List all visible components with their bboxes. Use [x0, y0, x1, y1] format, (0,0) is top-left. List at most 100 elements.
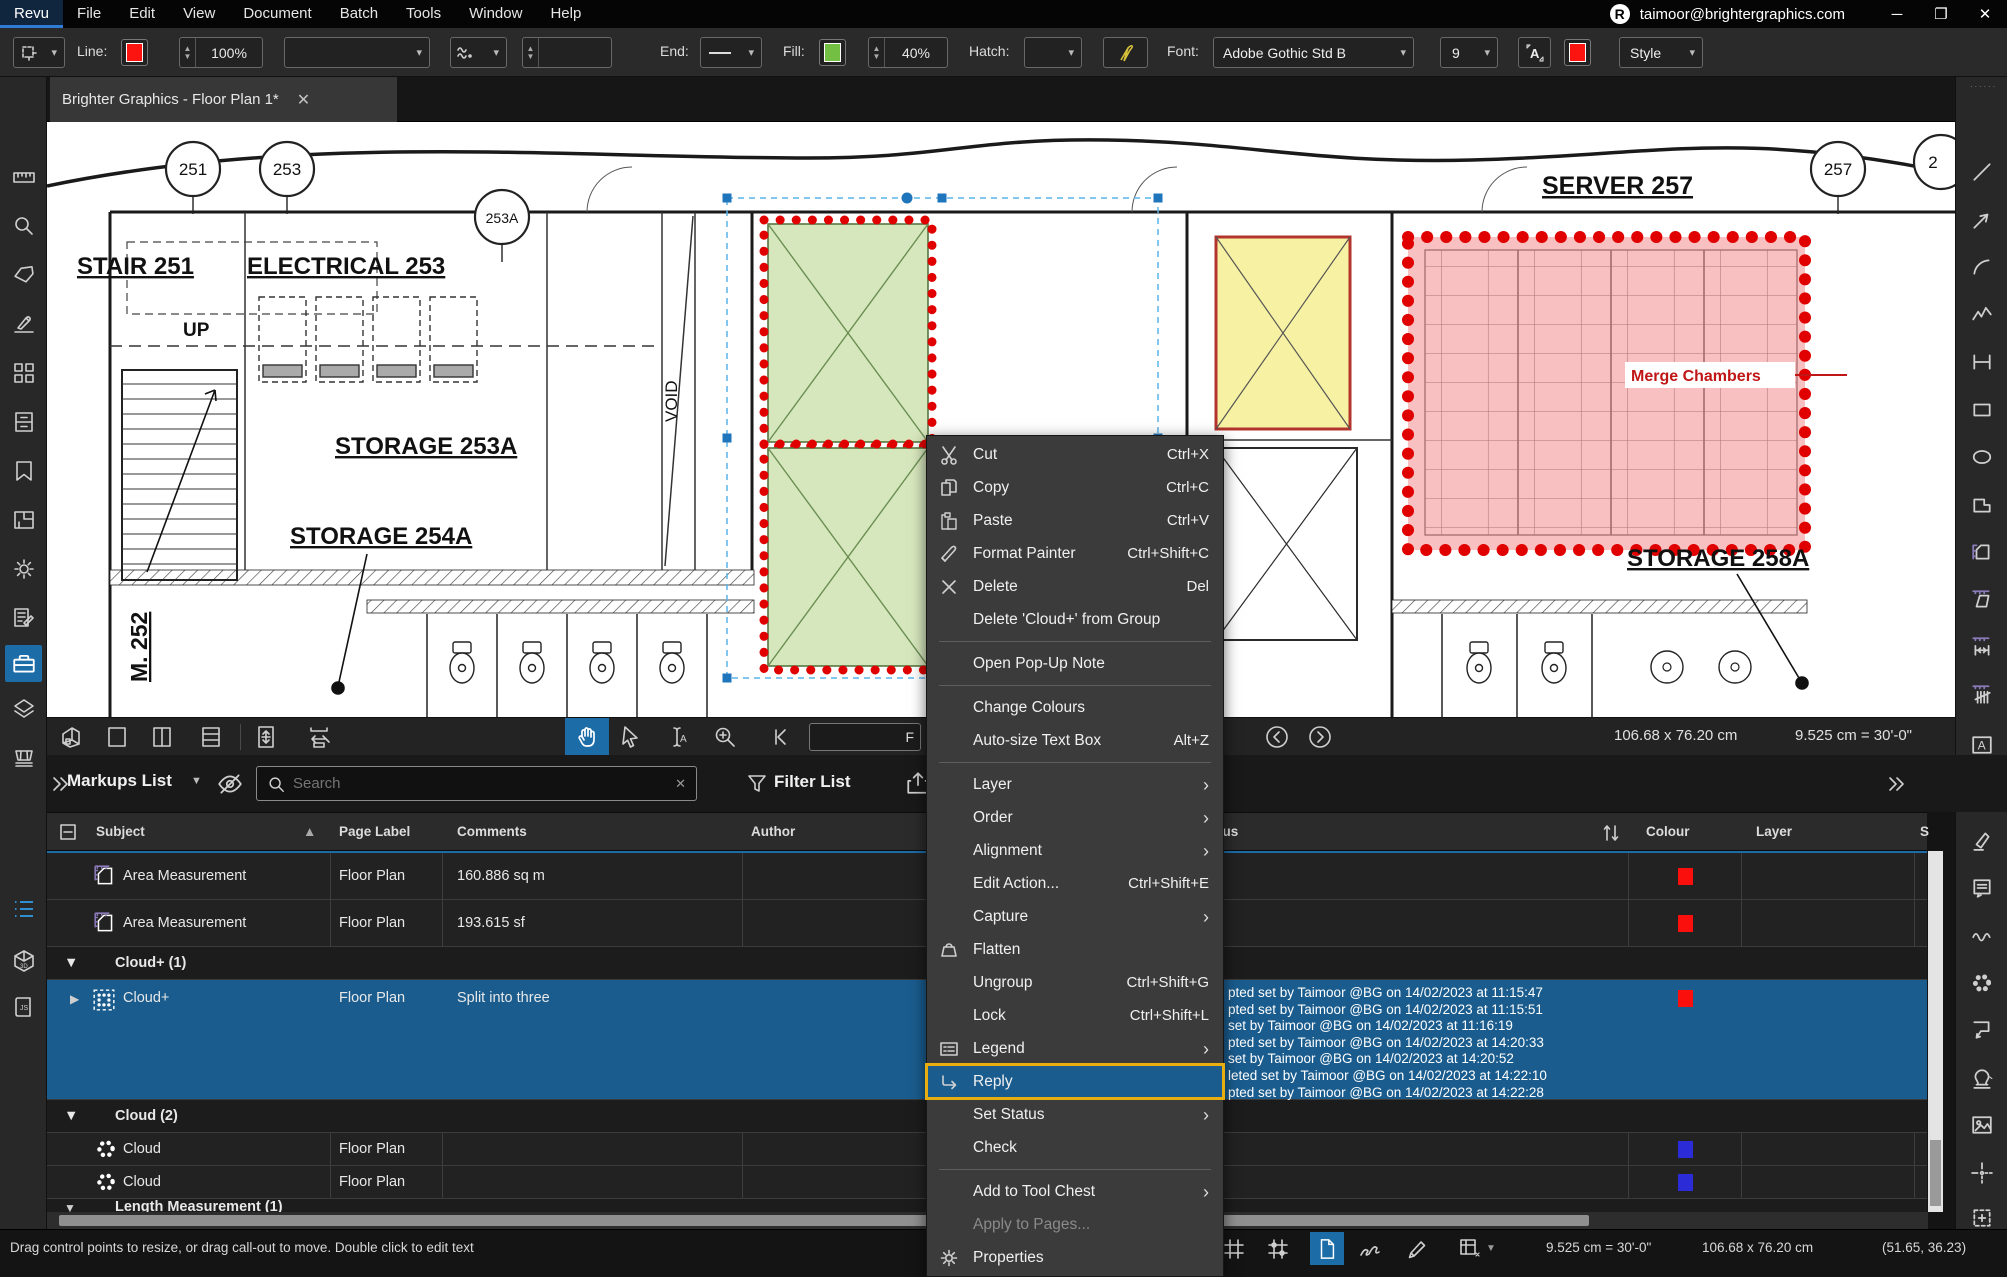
colour-swatch[interactable]: [1678, 915, 1693, 932]
search-input[interactable]: [293, 775, 675, 792]
callout-tool-icon[interactable]: [1971, 1019, 1993, 1041]
context-menu-item-order[interactable]: Order›: [927, 801, 1223, 834]
col-author[interactable]: Author: [751, 824, 795, 839]
line-style-dropdown[interactable]: ▾: [284, 37, 430, 68]
close-button[interactable]: ✕: [1963, 0, 2007, 28]
minimize-button[interactable]: ─: [1875, 0, 1919, 28]
merge-chambers-label[interactable]: Merge Chambers: [1625, 362, 1847, 388]
menu-document[interactable]: Document: [229, 0, 325, 28]
font-dropdown[interactable]: Adobe Gothic Std B▾: [1213, 37, 1414, 68]
measure-panel-icon[interactable]: [12, 165, 36, 189]
grid-snap-icon[interactable]: [1222, 1237, 1246, 1261]
polygon-tool-icon[interactable]: [1971, 494, 1993, 516]
context-menu-item-reply[interactable]: Reply: [927, 1065, 1223, 1098]
snap-to-markup-icon[interactable]: [1266, 1237, 1290, 1261]
stamp-tool-icon[interactable]: [1971, 1067, 1993, 1089]
menu-revu[interactable]: Revu: [0, 0, 63, 28]
3d-house-icon[interactable]: [59, 725, 83, 749]
font-color-swatch[interactable]: [1564, 39, 1591, 66]
menu-batch[interactable]: Batch: [326, 0, 392, 28]
context-menu-item-change-colours[interactable]: Change Colours: [927, 691, 1223, 724]
crosshair-tool-icon[interactable]: [1971, 1162, 1993, 1184]
col-subject-sort-icon[interactable]: ▲: [303, 824, 316, 839]
context-menu-item-ungroup[interactable]: UngroupCtrl+Shift+G: [927, 966, 1223, 999]
select-text-icon[interactable]: A: [665, 725, 689, 749]
menu-help[interactable]: Help: [536, 0, 595, 28]
context-menu-item-autosize-text-box[interactable]: Auto-size Text BoxAlt+Z: [927, 724, 1223, 757]
toolbar-drag-handle[interactable]: ∙∙∙∙∙∙: [1970, 81, 1997, 91]
settings-gear-icon[interactable]: [12, 557, 36, 581]
menu-tools[interactable]: Tools: [392, 0, 455, 28]
note-tool-icon[interactable]: [1971, 877, 1993, 899]
markups-list-chevron-icon[interactable]: ▼: [191, 775, 202, 787]
horizontal-scrollbar-thumb[interactable]: [59, 1215, 1589, 1226]
yellow-highlight-box[interactable]: [1216, 237, 1350, 429]
tag-panel-icon[interactable]: [12, 263, 36, 287]
hatch-dropdown[interactable]: ▾: [1024, 37, 1082, 68]
context-menu-item-delete[interactable]: DeleteDel: [927, 570, 1223, 603]
line-end-dropdown[interactable]: ▾: [700, 37, 762, 68]
row-expand-chevron[interactable]: ▶: [70, 992, 79, 1006]
col-colour[interactable]: Colour: [1646, 824, 1690, 839]
col-page-label[interactable]: Page Label: [339, 824, 410, 839]
image-tool-icon[interactable]: [1971, 1114, 1993, 1136]
context-menu-item-format-painter[interactable]: Format PainterCtrl+Shift+C: [927, 537, 1223, 570]
fill-opacity-stepper[interactable]: ▲▼ 40%: [868, 37, 948, 68]
count-measurement-tool-icon[interactable]: [1971, 684, 1993, 706]
arc-tool-icon[interactable]: [1971, 256, 1993, 278]
col-comments[interactable]: Comments: [457, 824, 527, 839]
signature-pen-icon[interactable]: [1358, 1237, 1382, 1261]
colour-swatch[interactable]: [1678, 1141, 1693, 1158]
colour-swatch[interactable]: [1678, 868, 1693, 885]
colour-swatch[interactable]: [1678, 990, 1693, 1007]
context-menu-item-legend[interactable]: Legend›: [927, 1032, 1223, 1065]
hide-markups-icon[interactable]: [217, 771, 243, 797]
previous-view-icon[interactable]: [1265, 725, 1289, 749]
context-menu-item-check[interactable]: Check: [927, 1131, 1223, 1164]
context-menu-item-set-status[interactable]: Set Status›: [927, 1098, 1223, 1131]
line-opacity-stepper[interactable]: ▲▼ 100%: [179, 37, 263, 68]
line-width-stepper[interactable]: ▲▼: [522, 37, 612, 68]
panel-collapse-icon[interactable]: [1885, 773, 1907, 795]
line-tool-icon[interactable]: [1971, 161, 1993, 183]
javascript-tab-icon[interactable]: JS: [12, 995, 36, 1019]
markups-list-title[interactable]: Markups List: [67, 771, 172, 791]
context-menu-item-edit-action[interactable]: Edit Action...Ctrl+Shift+E: [927, 867, 1223, 900]
select-cursor-icon[interactable]: [619, 725, 643, 749]
select-all-checkbox[interactable]: [59, 823, 77, 841]
length-measurement-tool-icon[interactable]: [1971, 636, 1993, 658]
cloud-tool-icon[interactable]: [1971, 972, 1993, 994]
autosize-text-button[interactable]: A: [1518, 37, 1551, 68]
context-menu-item-lock[interactable]: LockCtrl+Shift+L: [927, 999, 1223, 1032]
menu-edit[interactable]: Edit: [115, 0, 169, 28]
grid-settings-chevron-icon[interactable]: ▼: [1486, 1243, 1496, 1254]
tool-chest-panel-active[interactable]: [5, 645, 42, 682]
markups-list-tab-icon[interactable]: [12, 897, 36, 921]
fit-page-icon[interactable]: [254, 725, 278, 749]
pan-tool-active[interactable]: [565, 718, 609, 756]
context-menu-item-flatten[interactable]: Flatten: [927, 933, 1223, 966]
highlighter-tool-icon[interactable]: [1971, 829, 1993, 851]
single-pane-icon[interactable]: [105, 725, 129, 749]
filter-funnel-icon[interactable]: [745, 772, 769, 796]
search-box[interactable]: ✕: [256, 766, 697, 801]
menu-file[interactable]: File: [63, 0, 115, 28]
grid-settings-icon[interactable]: [1458, 1237, 1482, 1261]
line-pattern-dropdown[interactable]: ▾: [450, 37, 507, 68]
colour-swatch[interactable]: [1678, 1174, 1693, 1191]
vertical-scrollbar-thumb[interactable]: [1930, 1140, 1941, 1206]
spaces-panel-icon[interactable]: [12, 508, 36, 532]
search-clear-icon[interactable]: ✕: [675, 776, 686, 792]
fit-width-icon[interactable]: [307, 725, 331, 749]
filter-list-label[interactable]: Filter List: [774, 772, 851, 792]
context-menu-item-properties[interactable]: Properties: [927, 1241, 1223, 1274]
rectangle-tool-icon[interactable]: [1971, 399, 1993, 421]
tool-preset-dropdown[interactable]: ▾: [13, 37, 65, 68]
tab-close-icon[interactable]: ✕: [297, 90, 310, 110]
file-access-panel-icon[interactable]: [12, 410, 36, 434]
col-space[interactable]: S: [1920, 824, 1929, 839]
format-painter-button[interactable]: [1103, 37, 1148, 68]
vertical-scrollbar[interactable]: [1928, 851, 1943, 1212]
pencil-edit-icon[interactable]: [1406, 1237, 1430, 1261]
col-subject[interactable]: Subject: [96, 824, 145, 839]
